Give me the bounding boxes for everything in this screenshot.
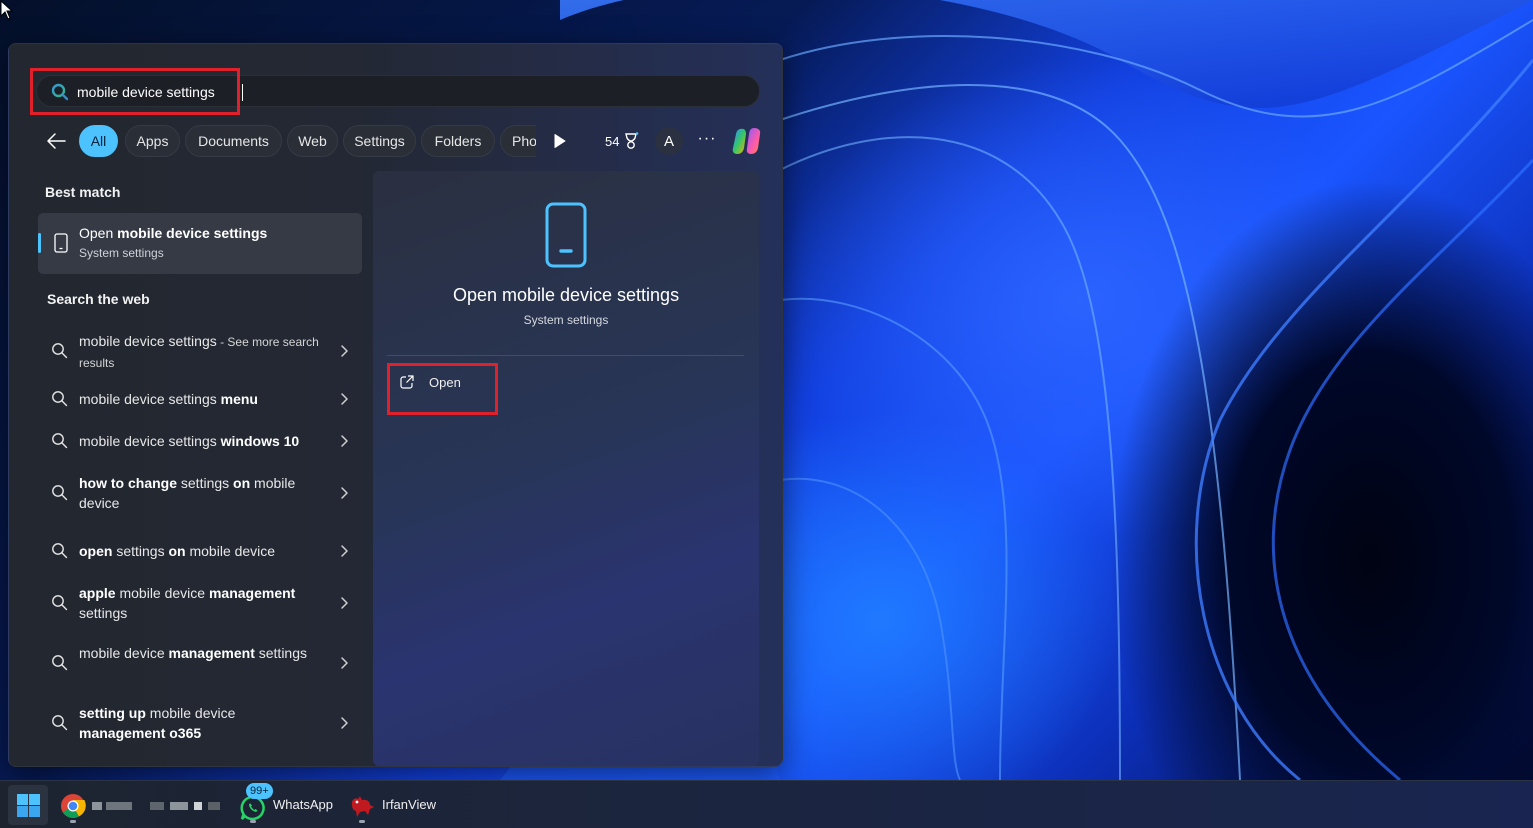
web-result-text: setting up mobile device management o365 [79,705,236,741]
web-result-text: apple mobile device management settings [79,585,296,621]
taskbar-app-label: WhatsApp [273,797,333,812]
search-icon [52,485,68,501]
open-external-icon [400,375,414,389]
chevron-right-icon[interactable] [339,392,349,406]
running-indicator [70,820,76,823]
filter-chip-all[interactable]: All [79,125,118,157]
blurred-title [150,802,164,810]
search-web-heading: Search the web [47,291,150,307]
taskbar-app-chrome[interactable] [58,785,228,825]
web-result-text: mobile device settings - See more search… [79,333,319,370]
text-caret [242,84,243,101]
copilot-icon[interactable] [731,126,763,156]
search-icon [52,595,68,611]
search-icon [52,715,68,731]
blurred-title [170,802,188,810]
search-icon [51,83,69,101]
play-icon[interactable] [553,133,567,149]
phone-icon [54,233,68,253]
chevron-right-icon[interactable] [339,544,349,558]
preview-subtitle: System settings [523,313,609,327]
rewards-points[interactable]: 54 [605,132,639,150]
best-match-heading: Best match [45,184,121,200]
taskbar-app-label: IrfanView [382,797,436,812]
trophy-icon [625,132,639,149]
filter-chip-photos[interactable]: Pho [500,125,536,157]
blurred-title [106,802,132,810]
arrow-left-icon[interactable] [45,131,67,151]
filter-chip-settings[interactable]: Settings [343,125,416,157]
web-result-text: mobile device management settings [79,645,307,661]
search-input[interactable] [77,80,677,104]
chrome-icon [61,794,86,819]
open-button-label: Open [429,375,461,390]
search-icon [52,433,68,449]
taskbar-app-irfanview[interactable]: IrfanView [346,785,446,825]
web-result-item[interactable]: apple mobile device management settings [43,583,359,623]
web-result-text: mobile device settings windows 10 [79,433,300,449]
web-result-item[interactable]: setting up mobile device management o365 [43,703,359,743]
taskbar: 99+ WhatsApp IrfanView [0,780,1533,828]
preview-pane: Open mobile device settings System setti… [373,171,759,766]
running-indicator [359,820,365,823]
best-match-subtitle: System settings [79,246,164,260]
chevron-right-icon[interactable] [339,656,349,670]
web-result-text: mobile device settings menu [79,391,258,407]
search-icon [52,343,68,359]
web-result-item[interactable]: mobile device settings - See more search… [43,331,359,371]
web-result-text: open settings on mobile device [79,543,276,559]
search-icon [52,655,68,671]
running-indicator [250,820,256,823]
blurred-title [92,802,102,810]
search-panel: All Apps Documents Web Settings Folders … [8,43,783,767]
web-result-item[interactable]: mobile device management settings [43,643,359,683]
filter-bar: All Apps Documents Web Settings Folders … [39,125,761,157]
filter-chip-folders[interactable]: Folders [421,125,495,157]
more-options-button[interactable]: ··· [695,129,719,153]
web-result-item[interactable]: mobile device settings menu [43,389,359,411]
avatar[interactable]: A [655,127,683,155]
chevron-right-icon[interactable] [339,434,349,448]
web-result-item[interactable]: mobile device settings windows 10 [43,431,359,453]
irfanview-icon [351,796,374,817]
web-result-item[interactable]: how to change settings on mobile device [43,473,359,513]
chevron-right-icon[interactable] [339,596,349,610]
chevron-right-icon[interactable] [339,486,349,500]
web-result-item[interactable]: open settings on mobile device [43,541,359,563]
filter-chip-web[interactable]: Web [287,125,338,157]
chevron-right-icon[interactable] [339,716,349,730]
open-button[interactable]: Open [393,367,503,407]
web-result-text: how to change settings on mobile device [79,475,296,511]
best-match-result[interactable]: Open mobile device settings System setti… [38,213,362,274]
chevron-right-icon[interactable] [339,344,349,358]
blurred-title [208,802,220,810]
search-box[interactable] [36,75,760,107]
filter-chip-apps[interactable]: Apps [125,125,180,157]
search-icon [52,543,68,559]
filter-chip-documents[interactable]: Documents [185,125,282,157]
windows-logo-icon [17,794,40,817]
selection-indicator [38,233,41,253]
notification-badge: 99+ [246,783,273,799]
search-icon [52,391,68,407]
taskbar-app-whatsapp[interactable]: 99+ WhatsApp [238,783,338,825]
phone-icon-large [545,202,587,268]
blurred-title [194,802,202,810]
best-match-title: Open mobile device settings [79,225,268,241]
rewards-points-value: 54 [605,133,620,149]
start-button[interactable] [8,785,48,825]
filter-chip-photos-clip: Pho [500,125,536,157]
mouse-cursor-icon [0,0,14,20]
preview-divider [387,355,744,356]
preview-title: Open mobile device settings [452,285,680,305]
